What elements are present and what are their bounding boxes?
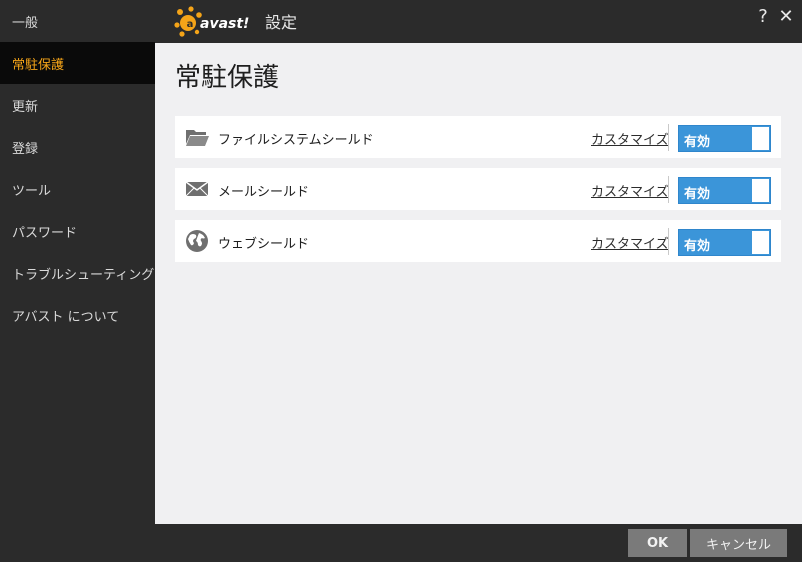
help-button[interactable]: ? bbox=[752, 4, 774, 28]
close-button[interactable]: ✕ bbox=[775, 4, 797, 28]
file-system-shield-row: ファイルシステムシールド カスタマイズ 有効 bbox=[175, 116, 781, 158]
ok-button[interactable]: OK bbox=[628, 529, 687, 557]
shield-toggle[interactable]: 有効 bbox=[678, 229, 771, 256]
sidebar-item-general[interactable]: 一般 bbox=[0, 0, 155, 42]
sidebar-item-registration[interactable]: 登録 bbox=[0, 126, 155, 168]
close-icon: ✕ bbox=[778, 5, 794, 27]
toggle-knob bbox=[752, 231, 769, 254]
shield-name: メールシールド bbox=[218, 185, 310, 200]
shield-name: ファイルシステムシールド bbox=[218, 133, 374, 148]
sidebar-item-tools[interactable]: ツール bbox=[0, 168, 155, 210]
avast-logo: a avast! bbox=[174, 6, 249, 37]
title-bar[interactable]: a avast! 設定 ? ✕ bbox=[155, 0, 802, 43]
sidebar-item-label: トラブルシューティング bbox=[12, 267, 155, 283]
shield-toggle[interactable]: 有効 bbox=[678, 177, 771, 204]
sidebar-item-label: アバスト について bbox=[12, 309, 120, 325]
sidebar-item-about[interactable]: アバスト について bbox=[0, 294, 155, 336]
divider bbox=[668, 124, 669, 151]
sidebar-item-password[interactable]: パスワード bbox=[0, 210, 155, 252]
toggle-state-label: 有効 bbox=[684, 239, 711, 254]
svg-text:a: a bbox=[187, 19, 194, 30]
mail-icon bbox=[185, 181, 209, 197]
cancel-button[interactable]: キャンセル bbox=[690, 529, 787, 557]
settings-window: 一般 常駐保護 更新 登録 ツール パスワード トラブルシューティング アバスト… bbox=[0, 0, 802, 562]
sidebar: 一般 常駐保護 更新 登録 ツール パスワード トラブルシューティング アバスト… bbox=[0, 0, 155, 524]
brand-text: avast! bbox=[200, 16, 249, 32]
sidebar-item-resident-protection[interactable]: 常駐保護 bbox=[0, 42, 155, 84]
sidebar-item-label: 一般 bbox=[12, 15, 39, 31]
shield-toggle[interactable]: 有効 bbox=[678, 125, 771, 152]
help-icon: ? bbox=[758, 5, 768, 27]
sidebar-item-label: 登録 bbox=[12, 141, 39, 157]
shield-name: ウェブシールド bbox=[218, 237, 310, 252]
web-shield-row: ウェブシールド カスタマイズ 有効 bbox=[175, 220, 781, 262]
divider bbox=[668, 228, 669, 255]
mail-shield-row: メールシールド カスタマイズ 有効 bbox=[175, 168, 781, 210]
folder-icon bbox=[186, 130, 209, 146]
sidebar-item-label: 常駐保護 bbox=[12, 57, 65, 73]
sidebar-item-troubleshooting[interactable]: トラブルシューティング bbox=[0, 252, 155, 294]
sidebar-item-label: ツール bbox=[12, 183, 52, 199]
footer-bar: OK キャンセル bbox=[155, 524, 802, 562]
page-title: 常駐保護 bbox=[175, 63, 280, 93]
toggle-knob bbox=[752, 179, 769, 202]
main-panel: 常駐保護 ファイルシステムシールド カスタマイズ 有効 メールシールド カスタマ… bbox=[155, 43, 802, 524]
divider bbox=[668, 176, 669, 203]
toggle-state-label: 有効 bbox=[684, 135, 711, 150]
sidebar-item-label: パスワード bbox=[12, 225, 78, 241]
sidebar-item-label: 更新 bbox=[12, 99, 39, 115]
window-title: 設定 bbox=[265, 13, 298, 32]
customize-link[interactable]: カスタマイズ bbox=[591, 233, 669, 252]
sidebar-item-update[interactable]: 更新 bbox=[0, 84, 155, 126]
customize-link[interactable]: カスタマイズ bbox=[591, 181, 669, 200]
toggle-knob bbox=[752, 127, 769, 150]
globe-icon bbox=[186, 230, 208, 252]
customize-link[interactable]: カスタマイズ bbox=[591, 129, 669, 148]
toggle-state-label: 有効 bbox=[684, 187, 711, 202]
